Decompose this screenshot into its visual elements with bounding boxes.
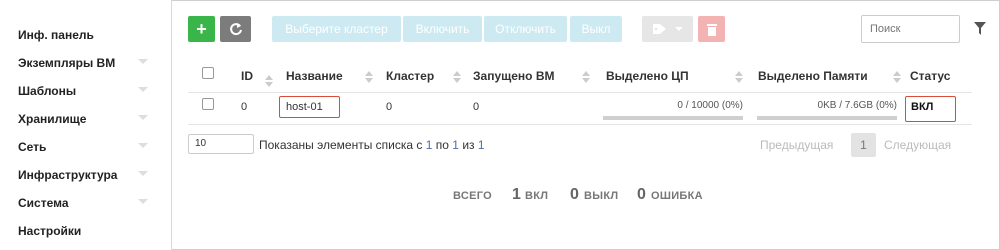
row-id: 0 bbox=[241, 101, 248, 113]
column-header-allocated-memory[interactable]: Выделено Памяти bbox=[758, 69, 868, 83]
pager-info: Показаны элементы списка с 1 по 1 из 1 bbox=[259, 138, 485, 152]
sidebar-item-label: Сеть bbox=[18, 140, 47, 154]
column-header-id[interactable]: ID bbox=[241, 69, 253, 83]
sort-icon[interactable] bbox=[453, 71, 461, 83]
sort-desc-icon[interactable] bbox=[265, 75, 273, 87]
sidebar-item-label: Инфраструктура bbox=[18, 168, 118, 182]
select-cluster-button[interactable]: Выберите кластер bbox=[272, 16, 401, 42]
chevron-down-icon bbox=[138, 87, 148, 92]
chevron-down-icon bbox=[138, 171, 148, 176]
table-row-divider bbox=[188, 124, 972, 125]
add-button[interactable]: + bbox=[188, 16, 215, 42]
summary-on-label: ВКЛ bbox=[525, 190, 549, 202]
filter-icon[interactable] bbox=[974, 22, 986, 35]
cpu-usage-label: 0 / 10000 (0%) bbox=[677, 100, 743, 111]
status-badge: ВКЛ bbox=[911, 101, 934, 113]
summary-off-label: ВЫКЛ bbox=[584, 190, 619, 202]
enable-button[interactable]: Включить bbox=[403, 16, 482, 42]
column-header-allocated-cpu[interactable]: Выделено ЦП bbox=[606, 69, 689, 83]
row-running-vms: 0 bbox=[473, 101, 480, 113]
pager-info-by: по bbox=[435, 138, 449, 152]
current-page-button[interactable]: 1 bbox=[851, 133, 876, 157]
sort-icon[interactable] bbox=[735, 71, 743, 83]
select-all-checkbox[interactable] bbox=[202, 67, 214, 79]
chevron-down-icon bbox=[138, 59, 148, 64]
summary-total-label: ВСЕГО bbox=[453, 190, 492, 202]
sidebar-item-settings[interactable]: Настройки bbox=[18, 224, 148, 244]
chevron-down-icon bbox=[138, 199, 148, 204]
next-page-button[interactable]: Следующая bbox=[884, 138, 951, 152]
disable-button[interactable]: Отключить bbox=[484, 16, 567, 42]
sort-icon[interactable] bbox=[582, 71, 590, 83]
delete-button[interactable] bbox=[698, 16, 725, 42]
pager-info-of: из bbox=[462, 138, 475, 152]
sidebar-item-vm-instances[interactable]: Экземпляры ВМ bbox=[18, 56, 148, 76]
sidebar-item-infrastructure[interactable]: Инфраструктура bbox=[18, 168, 148, 188]
memory-usage-label: 0KB / 7.6GB (0%) bbox=[817, 100, 897, 111]
table-header-divider bbox=[188, 92, 972, 93]
sidebar-item-label: Инф. панель bbox=[18, 28, 94, 42]
select-cluster-label: Выберите кластер bbox=[285, 22, 388, 36]
row-name: host-01 bbox=[286, 101, 323, 113]
column-header-running-vms[interactable]: Запущено ВМ bbox=[473, 69, 555, 83]
sidebar: Инф. панель Экземпляры ВМ Шаблоны Хранил… bbox=[0, 0, 172, 250]
cpu-usage-bar bbox=[603, 116, 743, 120]
pager-to: 1 bbox=[452, 138, 459, 152]
page-size-select[interactable]: 10 bbox=[188, 134, 254, 154]
enable-label: Включить bbox=[415, 22, 470, 36]
memory-usage-bar bbox=[757, 116, 897, 120]
chevron-down-icon bbox=[138, 143, 148, 148]
summary-off-count: 0 bbox=[570, 186, 579, 203]
caret-down-icon bbox=[674, 27, 683, 31]
refresh-icon bbox=[229, 23, 242, 36]
pager-from: 1 bbox=[425, 138, 433, 152]
plus-icon: + bbox=[196, 18, 207, 39]
summary-on-count: 1 bbox=[512, 186, 521, 203]
off-button[interactable]: Выкл bbox=[570, 16, 622, 42]
row-checkbox[interactable] bbox=[202, 98, 214, 110]
off-label: Выкл bbox=[581, 22, 611, 36]
sidebar-item-templates[interactable]: Шаблоны bbox=[18, 84, 148, 104]
refresh-button[interactable] bbox=[220, 16, 251, 42]
search-input[interactable] bbox=[861, 15, 960, 43]
sidebar-item-storage[interactable]: Хранилище bbox=[18, 112, 148, 132]
summary-error-label: ОШИБКА bbox=[651, 190, 703, 202]
sidebar-item-label: Система bbox=[18, 196, 69, 210]
trash-icon bbox=[706, 23, 717, 36]
labels-dropdown-button[interactable] bbox=[642, 16, 693, 42]
column-header-cluster[interactable]: Кластер bbox=[386, 69, 434, 83]
row-cluster: 0 bbox=[386, 101, 393, 113]
pager-total: 1 bbox=[477, 138, 485, 152]
sidebar-item-label: Хранилище bbox=[18, 112, 87, 126]
sidebar-item-dashboard[interactable]: Инф. панель bbox=[18, 28, 148, 48]
pager-info-prefix: Показаны элементы списка с bbox=[259, 138, 423, 152]
sort-icon[interactable] bbox=[365, 71, 373, 83]
column-header-status[interactable]: Статус bbox=[910, 69, 950, 83]
sidebar-item-label: Настройки bbox=[18, 224, 82, 238]
previous-page-button[interactable]: Предыдущая bbox=[760, 138, 833, 152]
sort-icon[interactable] bbox=[893, 71, 901, 83]
sidebar-item-system[interactable]: Система bbox=[18, 196, 148, 216]
sidebar-item-label: Экземпляры ВМ bbox=[18, 56, 116, 70]
summary-error-count: 0 bbox=[637, 186, 646, 203]
sidebar-item-label: Шаблоны bbox=[18, 84, 77, 98]
tag-icon bbox=[652, 24, 666, 34]
chevron-down-icon bbox=[138, 115, 148, 120]
sidebar-item-network[interactable]: Сеть bbox=[18, 140, 148, 160]
disable-label: Отключить bbox=[495, 22, 556, 36]
column-header-name[interactable]: Название bbox=[286, 69, 343, 83]
